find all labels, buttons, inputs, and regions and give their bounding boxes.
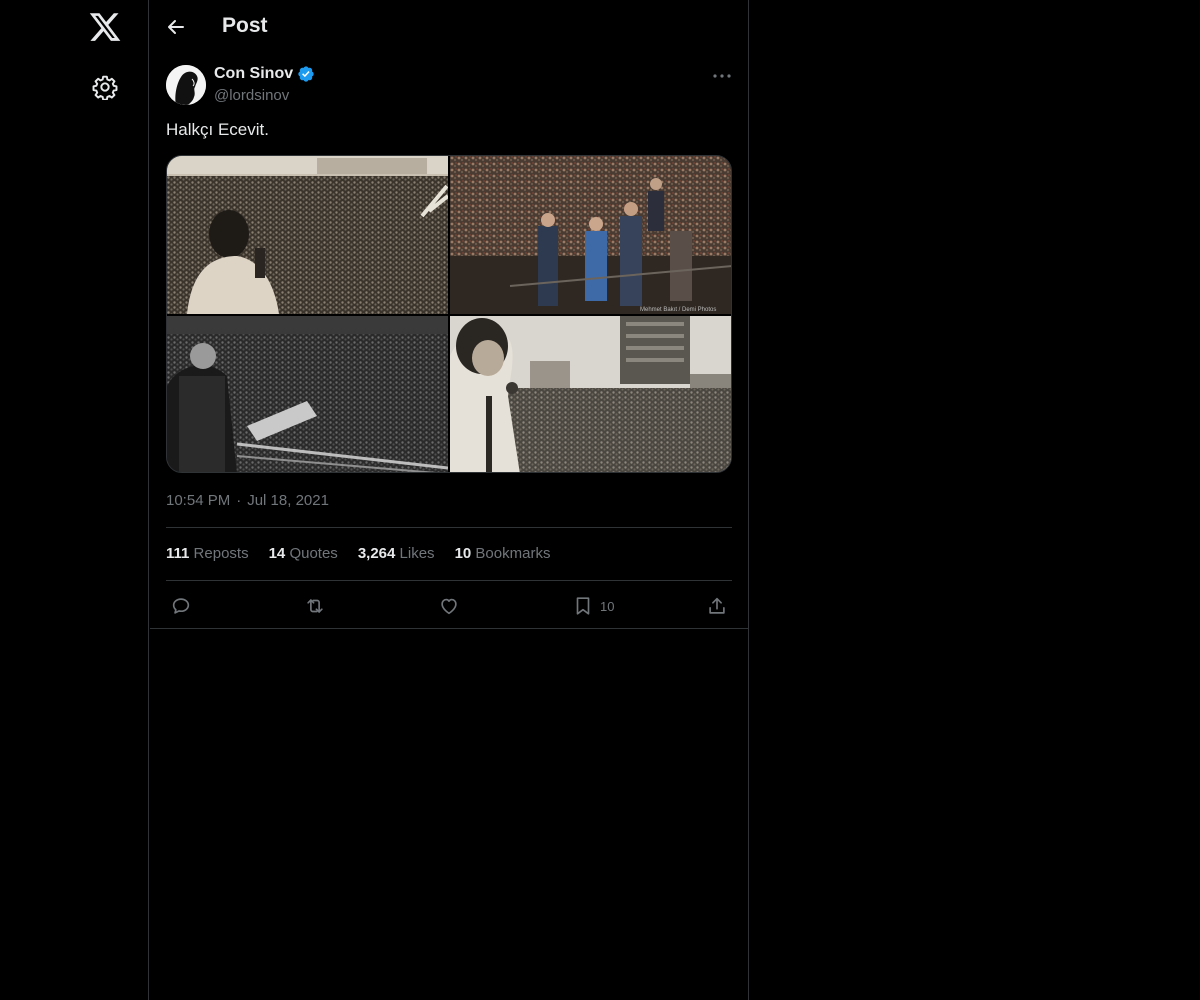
post-actions: 10 — [166, 592, 732, 620]
bookmark-icon — [576, 597, 590, 615]
page-header: Post — [150, 0, 748, 54]
x-logo-icon[interactable] — [88, 10, 122, 44]
arrow-left-icon[interactable] — [164, 15, 188, 39]
reposts-label: Reposts — [193, 545, 249, 562]
svg-text:Mehmet Bakıt / Demi Photos: Mehmet Bakıt / Demi Photos — [640, 307, 716, 313]
media-grid: Mehmet Bakıt / Demi Photos — [166, 155, 732, 473]
post-photo-2[interactable]: Mehmet Bakıt / Demi Photos — [450, 156, 731, 314]
repost-icon — [307, 599, 323, 613]
post-photo-3[interactable] — [167, 316, 448, 472]
reply-button[interactable] — [170, 594, 192, 618]
post-photo-1[interactable] — [167, 156, 448, 314]
author-handle[interactable]: @lordsinov — [214, 87, 289, 104]
post-stats: 111 Reposts 14 Quotes 3,264 Likes 10 Boo… — [166, 545, 550, 562]
quotes-count: 14 — [268, 545, 286, 562]
like-button[interactable] — [438, 594, 460, 618]
bookmark-action-count: 10 — [600, 598, 615, 614]
divider — [166, 527, 732, 528]
repost-button[interactable] — [304, 594, 326, 618]
timestamp-separator: · — [236, 492, 242, 509]
quotes-label: Quotes — [289, 545, 338, 562]
verified-badge-icon — [298, 66, 314, 82]
share-button[interactable] — [706, 594, 728, 618]
main-column: Post Con Sinov @lordsinov Halkçı Ecevit. — [150, 0, 749, 1000]
reposts-stat[interactable]: 111 Reposts — [166, 545, 249, 562]
likes-label: Likes — [399, 545, 435, 562]
post-detail: Con Sinov @lordsinov Halkçı Ecevit. Mehm… — [150, 54, 748, 629]
bookmarks-stat[interactable]: 10 Bookmarks — [455, 545, 551, 562]
author-name-row: Con Sinov — [214, 65, 315, 83]
avatar[interactable] — [166, 65, 206, 105]
bookmarks-count: 10 — [454, 545, 472, 562]
reposts-count: 111 — [166, 545, 190, 562]
heart-icon — [441, 598, 457, 615]
likes-stat[interactable]: 3,264 Likes — [358, 545, 435, 562]
post-timestamp: 10:54 PM · Jul 18, 2021 — [166, 492, 329, 509]
page-title: Post — [222, 14, 268, 37]
reply-icon — [172, 598, 190, 614]
bookmark-button[interactable]: 10 — [572, 594, 614, 618]
more-horizontal-icon[interactable] — [710, 64, 734, 88]
share-icon — [709, 597, 725, 614]
post-date[interactable]: Jul 18, 2021 — [247, 492, 329, 509]
bookmarks-label: Bookmarks — [475, 545, 551, 562]
post-photo-4[interactable] — [450, 316, 731, 472]
post-time[interactable]: 10:54 PM — [166, 492, 230, 509]
divider — [166, 580, 732, 581]
gear-icon[interactable] — [92, 74, 118, 100]
likes-count: 3,264 — [357, 545, 396, 562]
post-text: Halkçı Ecevit. — [166, 120, 269, 139]
author-display-name[interactable]: Con Sinov — [214, 65, 293, 83]
quotes-stat[interactable]: 14 Quotes — [269, 545, 338, 562]
left-sidebar — [0, 0, 149, 1000]
